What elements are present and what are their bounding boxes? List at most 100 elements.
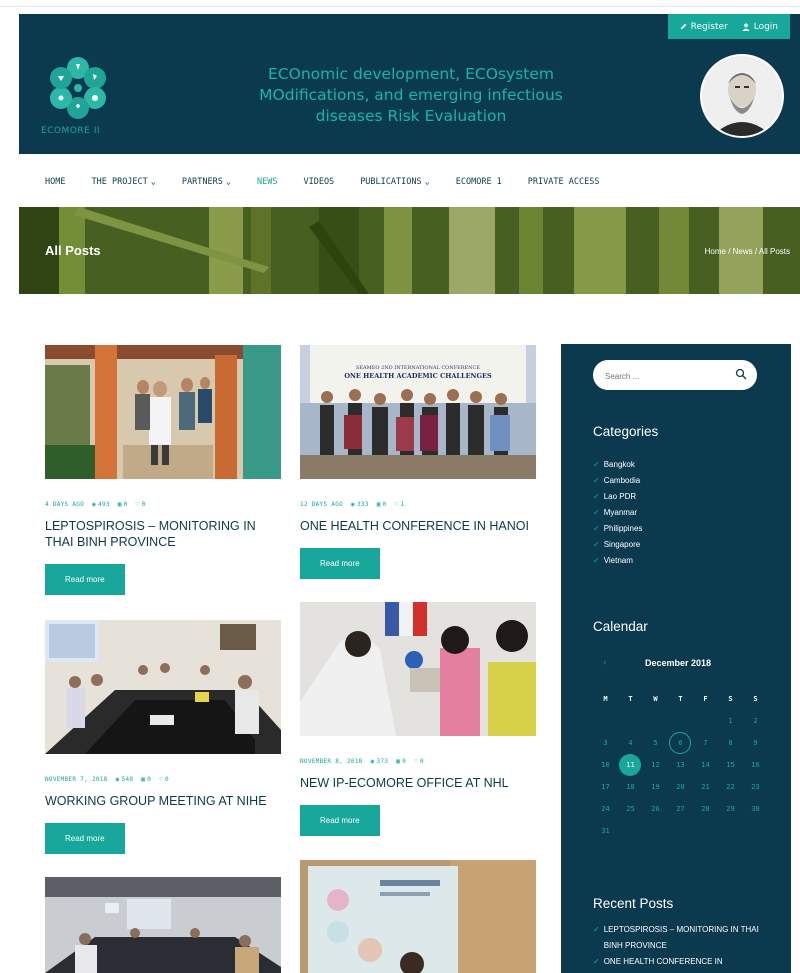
calendar-day[interactable]: 6 [668, 732, 693, 754]
check-icon: ✓ [593, 555, 600, 565]
calendar-day[interactable]: 20 [668, 776, 693, 798]
calendar-day[interactable]: 12 [643, 754, 668, 776]
category-item[interactable]: ✓ Singapore [593, 536, 642, 552]
nav-private-access[interactable]: PRIVATE ACCESS [528, 177, 600, 187]
calendar-day[interactable]: 21 [693, 776, 718, 798]
post-image[interactable] [45, 620, 281, 754]
eye-icon: ◉ [370, 758, 375, 765]
comment-icon: ▦ [117, 501, 122, 508]
ecomore-logo[interactable] [43, 54, 113, 134]
calendar-day[interactable]: 30 [743, 798, 768, 820]
calendar-day[interactable]: 26 [643, 798, 668, 820]
post-image[interactable] [300, 860, 536, 973]
post-card [45, 877, 281, 973]
read-more-button[interactable]: Read more [45, 823, 125, 854]
calendar-day[interactable]: 15 [718, 754, 743, 776]
post-image[interactable] [45, 345, 281, 479]
category-item[interactable]: ✓ Lao PDR [593, 488, 642, 504]
calendar-day[interactable]: 23 [743, 776, 768, 798]
search-input[interactable] [603, 366, 727, 386]
heart-icon: ♡ [159, 776, 164, 783]
calendar-day[interactable]: 9 [743, 732, 768, 754]
post-title[interactable]: NEW IP-ECOMORE OFFICE AT NHL [300, 775, 540, 791]
recent-post-item[interactable]: ✓ LEPTOSPIROSIS – MONITORING IN THAI BINH… [593, 922, 763, 954]
category-item[interactable]: ✓ Vietnam [593, 552, 642, 568]
post-meta: NOVEMBER 8, 2018 ◉ 373 ▦ 0 ♡ 0 [300, 758, 424, 765]
calendar-day[interactable]: 31 [593, 820, 618, 842]
main-nav: HOME THE PROJECT ⌄ PARTNERS ⌄ NEWS VIDEOS … [19, 164, 800, 200]
logo-text: ECOMORE II [41, 126, 101, 136]
nav-the-project[interactable]: THE PROJECT ⌄ [91, 177, 155, 187]
read-more-button[interactable]: Read more [300, 548, 380, 579]
recent-posts-heading: Recent Posts [593, 896, 674, 911]
nav-partners[interactable]: PARTNERS ⌄ [182, 177, 231, 187]
calendar-day[interactable]: 14 [693, 754, 718, 776]
login-link[interactable]: Login [742, 22, 778, 32]
calendar-day[interactable]: 10 [593, 754, 618, 776]
calendar-weekday: W [653, 695, 658, 703]
nav-publications[interactable]: PUBLICATIONS ⌄ [360, 177, 430, 187]
calendar-weekday: S [753, 695, 758, 703]
category-item[interactable]: ✓ Cambodia [593, 472, 642, 488]
post-title[interactable]: LEPTOSPIROSIS – MONITORING IN THAI BINH … [45, 518, 285, 550]
calendar-day[interactable]: 18 [618, 776, 643, 798]
heart-icon: ♡ [394, 501, 399, 508]
post-card: 4 DAYS AGO ◉ 493 ▦ 0 ♡ 0 LEPTOSPIROSIS – MO… [45, 345, 285, 595]
calendar-day[interactable]: 24 [593, 798, 618, 820]
check-icon: ✓ [593, 957, 600, 966]
categories-list: ✓ Bangkok ✓ Cambodia ✓ Lao PDR ✓ Myanmar ✓ Ph… [593, 456, 642, 568]
check-icon: ✓ [593, 475, 600, 485]
eye-icon: ◉ [92, 501, 97, 508]
calendar-day[interactable]: 7 [693, 732, 718, 754]
category-item[interactable]: ✓ Myanmar [593, 504, 642, 520]
post-image[interactable] [45, 877, 281, 973]
calendar-day[interactable]: 11 [618, 754, 643, 776]
calendar-day[interactable]: 19 [643, 776, 668, 798]
calendar-grid: M T W T F S S 1 2 3 4 5 6 7 8 9 10 11 12 13 14 15 16 17 18 19 20 21… [593, 688, 789, 842]
post-image[interactable] [300, 602, 536, 736]
read-more-button[interactable]: Read more [300, 805, 380, 836]
calendar-day[interactable]: 28 [693, 798, 718, 820]
calendar-week: 3456789 [593, 732, 789, 754]
calendar-day[interactable]: 25 [618, 798, 643, 820]
recent-post-item[interactable]: ✓ ONE HEALTH CONFERENCE IN [593, 954, 763, 970]
search-box[interactable] [593, 360, 757, 390]
calendar-day[interactable]: 13 [668, 754, 693, 776]
user-icon [742, 23, 750, 31]
check-icon: ✓ [593, 491, 600, 501]
calendar-day[interactable]: 2 [743, 710, 768, 732]
comment-icon: ▦ [376, 501, 381, 508]
nav-videos[interactable]: VIDEOS [303, 177, 334, 187]
chevron-down-icon: ⌄ [150, 177, 156, 187]
calendar-day[interactable]: 3 [593, 732, 618, 754]
calendar-day [693, 710, 718, 732]
search-icon[interactable] [735, 368, 747, 380]
poster-line-1: SEAMEO 2ND INTERNATIONAL CONFERENCE [356, 365, 480, 371]
breadcrumb[interactable]: Home / News / All Posts [705, 247, 790, 256]
calendar-day[interactable]: 5 [643, 732, 668, 754]
calendar-day[interactable]: 27 [668, 798, 693, 820]
calendar-day[interactable]: 16 [743, 754, 768, 776]
read-more-button[interactable]: Read more [45, 564, 125, 595]
register-link[interactable]: Register [680, 22, 728, 32]
nav-ecomore-1[interactable]: ECOMORE 1 [456, 177, 502, 187]
category-item[interactable]: ✓ Philippines [593, 520, 642, 536]
nav-news[interactable]: NEWS [257, 177, 277, 187]
pencil-icon [680, 23, 686, 30]
calendar-day [693, 820, 718, 842]
post-card: NOVEMBER 7, 2018 ◉ 548 ▦ 0 ♡ 0 WORKING GROU… [45, 620, 285, 854]
calendar-day[interactable]: 17 [593, 776, 618, 798]
post-image[interactable]: SEAMEO 2ND INTERNATIONAL CONFERENCE ONE … [300, 345, 536, 479]
post-title[interactable]: ONE HEALTH CONFERENCE IN HANOI [300, 518, 540, 534]
post-title[interactable]: WORKING GROUP MEETING AT NIHE [45, 793, 285, 809]
calendar-day[interactable]: 8 [718, 732, 743, 754]
calendar-day[interactable]: 1 [718, 710, 743, 732]
nav-home[interactable]: HOME [45, 177, 65, 187]
comment-icon: ▦ [396, 758, 401, 765]
category-item[interactable]: ✓ Bangkok [593, 456, 642, 472]
calendar-day[interactable]: 22 [718, 776, 743, 798]
calendar-day[interactable]: 4 [618, 732, 643, 754]
page-title: All Posts [45, 243, 101, 258]
site-title[interactable]: ECOnomic development, ECOsystem MOdifica… [251, 64, 571, 127]
calendar-day[interactable]: 29 [718, 798, 743, 820]
